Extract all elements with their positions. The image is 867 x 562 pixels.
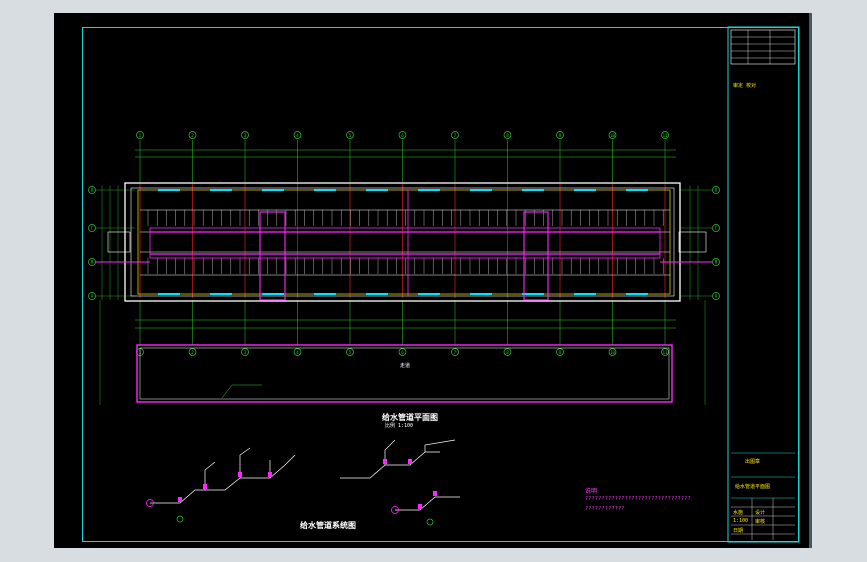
checker: 审核	[755, 519, 766, 525]
grid-column-label: 5	[349, 350, 352, 355]
grid-column-label: 11	[663, 350, 668, 355]
grid-column-label: 1	[139, 350, 142, 355]
system-pipe-left	[150, 464, 286, 504]
stairwell	[523, 211, 549, 301]
grid-column-label: 9	[559, 133, 562, 138]
roof-line	[137, 189, 671, 295]
valve-icon	[203, 484, 207, 489]
valve-icon	[408, 459, 412, 464]
grid-column-label: 4	[296, 350, 299, 355]
notes-heading: 说明	[585, 488, 598, 495]
grid-column-label: 3	[244, 133, 247, 138]
grid-row-label: D	[715, 188, 718, 193]
grid-row-label: B	[91, 260, 94, 265]
notes-line-1: ????????????????????????????????	[585, 496, 691, 502]
corridor-label: 走道	[400, 363, 411, 369]
grid-column-label: 8	[506, 133, 509, 138]
plan-scale-note: 比例 1:100	[385, 423, 414, 429]
yard-inner	[139, 347, 670, 400]
grid-column-label: 6	[401, 350, 404, 355]
grid-row-label: A	[91, 294, 94, 299]
project-label: 出图章	[745, 459, 761, 465]
stairwell	[259, 211, 286, 301]
designer: 设计	[755, 510, 766, 516]
leader-line	[221, 384, 233, 399]
valve-icon	[418, 504, 422, 509]
grid-row-label: C	[715, 226, 718, 231]
grid-row-label: C	[91, 226, 94, 231]
grid-column-label: 11	[663, 133, 668, 138]
scale-value: 1:100	[733, 518, 749, 524]
grid-bubble	[176, 515, 184, 523]
grid-row-label: D	[91, 188, 94, 193]
system-title: 给水管道系统图	[300, 521, 356, 530]
valve-icon	[433, 491, 437, 496]
valve-icon	[383, 459, 387, 464]
grid-column-label: 2	[191, 133, 194, 138]
grid-column-label: 1	[139, 133, 142, 138]
grid-column-label: 7	[454, 350, 457, 355]
grid-column-label: 5	[349, 133, 352, 138]
grid-bubble	[426, 518, 434, 526]
system-pipe-right	[395, 496, 460, 511]
grid-column-label: 2	[191, 350, 194, 355]
grid-column-label: 9	[559, 350, 562, 355]
grid-column-label: 10	[610, 133, 615, 138]
system-branch	[284, 454, 296, 466]
grid-column-label: 4	[296, 133, 299, 138]
grid-column-label: 3	[244, 350, 247, 355]
grid-column-label: 7	[454, 133, 457, 138]
system-pipe-right	[340, 451, 440, 479]
grid-row-label: B	[715, 260, 718, 265]
drawing-no: 水施	[733, 510, 744, 516]
date-value: 日期	[733, 528, 744, 534]
entrance	[678, 231, 707, 253]
stamp-label: 审定 校对	[733, 83, 757, 89]
yard-outline	[136, 344, 673, 403]
entrance	[107, 231, 131, 253]
valve-icon	[178, 497, 182, 502]
sheet-name: 给水管道平面图	[735, 484, 771, 490]
grid-row-label: A	[715, 294, 718, 299]
valve-icon	[268, 472, 272, 477]
valve-icon	[238, 472, 242, 477]
grid-column-label: 6	[401, 133, 404, 138]
notes-line-2: ????????????	[585, 506, 625, 512]
grid-column-label: 8	[506, 350, 509, 355]
title-block	[727, 26, 800, 543]
system-branch	[424, 439, 456, 452]
grid-column-label: 10	[610, 350, 615, 355]
